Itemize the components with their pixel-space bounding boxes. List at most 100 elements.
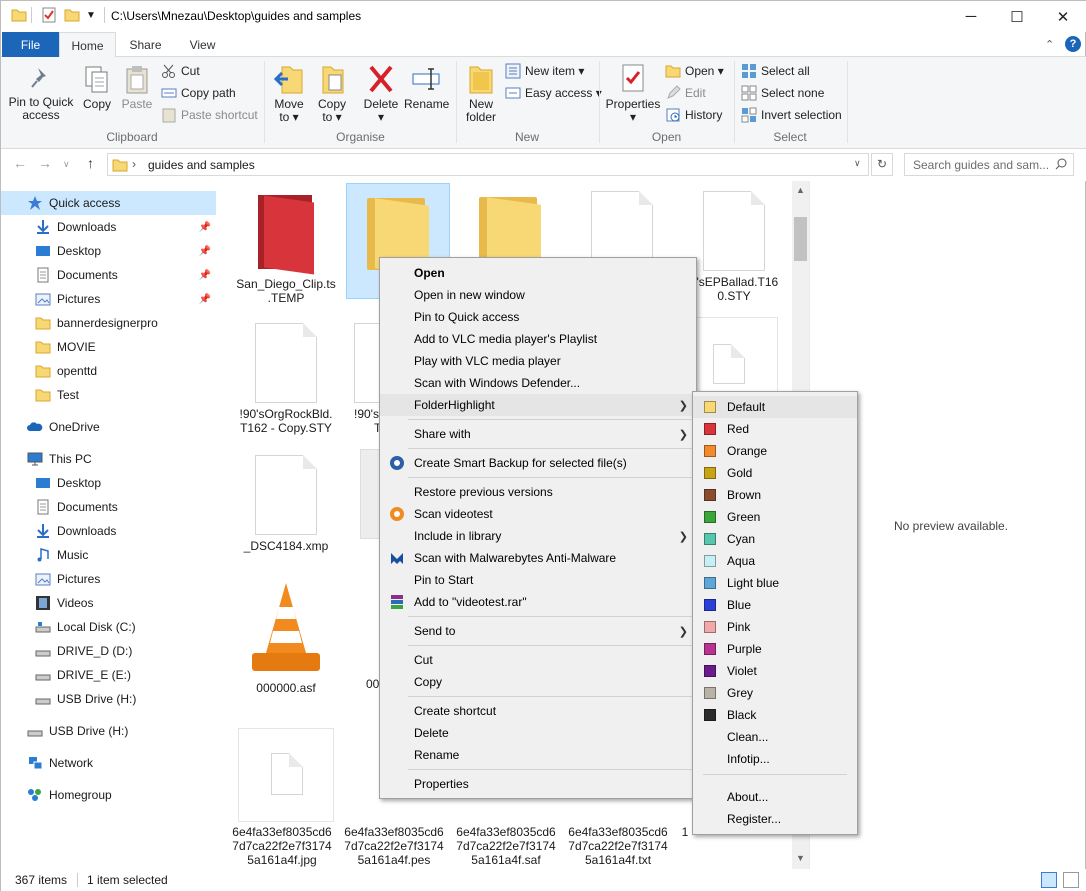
menu-item-include-library[interactable]: Include in library ❯ [380,525,696,547]
tab-share[interactable]: Share [117,32,174,57]
sidebar-item-pc-downloads[interactable]: Downloads [1,519,216,543]
maximize-button[interactable]: ☐ [994,1,1040,32]
cut-button[interactable]: Cut [161,61,200,81]
sidebar-item-this-pc[interactable]: This PC [1,447,216,471]
sidebar-item-pc-documents[interactable]: Documents [1,495,216,519]
select-all-button[interactable]: Select all [741,61,810,81]
sidebar-item-bannerdesignerpro[interactable]: bannerdesignerpro [1,311,216,335]
sidebar-item-homegroup[interactable]: Homegroup [1,783,216,807]
pin-icon[interactable]: 📌 [199,246,211,257]
breadcrumb-chevron-icon[interactable]: › [132,157,136,171]
copy-to-button[interactable]: Copy to ▾ [312,63,352,124]
large-icons-view-icon[interactable] [1063,872,1079,888]
menu-item-clean[interactable]: Clean... [693,726,857,748]
sidebar-item-movie[interactable]: MOVIE [1,335,216,359]
menu-item-scan-videotest[interactable]: Scan videotest [380,503,696,525]
menu-item-pin-quick-access[interactable]: Pin to Quick access [380,306,696,328]
rename-button[interactable]: Rename [404,63,449,111]
sidebar-item-desktop[interactable]: Desktop 📌 [1,239,216,263]
menu-item-properties[interactable]: Properties [380,773,696,795]
color-item-green[interactable]: Green [693,506,857,528]
breadcrumb-current[interactable]: guides and samples [148,158,255,172]
file-item[interactable]: 6e4fa33ef8035cd6 7d7ca22f2e7f3174 5a161a… [566,825,670,867]
copy-path-button[interactable]: Copy path [161,83,236,103]
sidebar-item-onedrive[interactable]: OneDrive [1,415,216,439]
file-item[interactable]: San_Diego_Clip.ts .TEMP [234,191,338,305]
pin-icon[interactable]: 📌 [199,270,211,281]
sidebar-item-drive-d[interactable]: DRIVE_D (D:) [1,639,216,663]
image-thumbnail[interactable] [238,728,334,822]
sidebar-item-downloads[interactable]: Downloads 📌 [1,215,216,239]
menu-item-smart-backup[interactable]: Create Smart Backup for selected file(s) [380,452,696,474]
menu-item-restore-versions[interactable]: Restore previous versions [380,481,696,503]
sidebar-item-pictures[interactable]: Pictures 📌 [1,287,216,311]
color-item-red[interactable]: Red [693,418,857,440]
new-item-button[interactable]: New item ▾ [505,61,584,81]
select-none-button[interactable]: Select none [741,83,824,103]
file-item[interactable]: 6e4fa33ef8035cd6 7d7ca22f2e7f3174 5a161a… [230,825,334,867]
color-item-grey[interactable]: Grey [693,682,857,704]
paste-shortcut-button[interactable]: Paste shortcut [161,105,258,125]
up-arrow-icon[interactable]: ↑ [87,155,94,171]
menu-item-vlc-play[interactable]: Play with VLC media player [380,350,696,372]
menu-item-pin-start[interactable]: Pin to Start [380,569,696,591]
sidebar-item-quick-access[interactable]: Quick access [1,191,216,215]
properties-quick-icon[interactable] [41,7,57,23]
copy-button[interactable]: Copy [79,65,115,111]
properties-button[interactable]: Properties ▾ [604,63,662,124]
pin-icon[interactable]: 📌 [199,222,211,233]
new-folder-quick-icon[interactable] [64,7,80,23]
color-item-violet[interactable]: Violet [693,660,857,682]
sidebar-item-test[interactable]: Test [1,383,216,407]
menu-item-copy[interactable]: Copy [380,671,696,693]
file-item[interactable]: _DSC4184.xmp [234,455,338,553]
color-item-purple[interactable]: Purple [693,638,857,660]
sidebar-item-documents[interactable]: Documents 📌 [1,263,216,287]
menu-item-open[interactable]: Open [380,262,696,284]
menu-item-infotip[interactable]: Infotip... [693,748,857,770]
sidebar-item-network[interactable]: Network [1,751,216,775]
color-item-blue[interactable]: Blue [693,594,857,616]
recent-locations-icon[interactable]: ∨ [63,159,70,170]
invert-selection-button[interactable]: Invert selection [741,105,842,125]
address-bar[interactable]: › guides and samples ∨ [107,153,869,176]
open-button[interactable]: Open ▾ [665,61,724,81]
sidebar-item-videos[interactable]: Videos [1,591,216,615]
sidebar-item-openttd[interactable]: openttd [1,359,216,383]
help-icon[interactable]: ? [1065,36,1081,52]
file-item[interactable]: 6e4fa33ef8035cd6 7d7ca22f2e7f3174 5a161a… [342,825,446,867]
move-to-button[interactable]: Move to ▾ [269,63,309,124]
menu-item-send-to[interactable]: Send to ❯ [380,620,696,642]
edit-button[interactable]: Edit [665,83,706,103]
menu-item-delete[interactable]: Delete [380,722,696,744]
scroll-down-arrow-icon[interactable]: ▼ [796,853,805,863]
sidebar-item-drive-e[interactable]: DRIVE_E (E:) [1,663,216,687]
paste-button[interactable]: Paste [119,65,155,111]
color-item-aqua[interactable]: Aqua [693,550,857,572]
tab-view[interactable]: View [174,32,231,57]
color-item-brown[interactable]: Brown [693,484,857,506]
delete-button[interactable]: Delete ▾ [360,63,402,124]
file-item[interactable]: 000000.asf [234,579,338,695]
color-item-gold[interactable]: Gold [693,462,857,484]
pin-to-quick-access-button[interactable]: Pin to Quick access [5,65,77,122]
collapse-ribbon-icon[interactable]: ⌃ [1045,38,1054,51]
menu-item-open-new-window[interactable]: Open in new window [380,284,696,306]
file-item[interactable]: !90'sOrgRockBld. T162 - Copy.STY [234,323,338,435]
address-dropdown-icon[interactable]: ∨ [854,158,861,169]
new-folder-button[interactable]: New folder [461,63,501,124]
menu-item-share-with[interactable]: Share with ❯ [380,423,696,445]
customize-quick-access-icon[interactable]: ▼ [86,10,102,26]
history-button[interactable]: History [665,105,722,125]
easy-access-button[interactable]: Easy access ▾ [505,83,602,103]
menu-item-about[interactable]: About... [693,786,857,808]
sidebar-item-pc-pictures[interactable]: Pictures [1,567,216,591]
color-item-black[interactable]: Black [693,704,857,726]
tab-home[interactable]: Home [59,32,116,58]
close-button[interactable]: ✕ [1040,1,1086,32]
scrollbar-thumb[interactable] [794,217,807,261]
color-item-pink[interactable]: Pink [693,616,857,638]
menu-item-register[interactable]: Register... [693,808,857,830]
menu-item-create-shortcut[interactable]: Create shortcut [380,700,696,722]
menu-item-rename[interactable]: Rename [380,744,696,766]
